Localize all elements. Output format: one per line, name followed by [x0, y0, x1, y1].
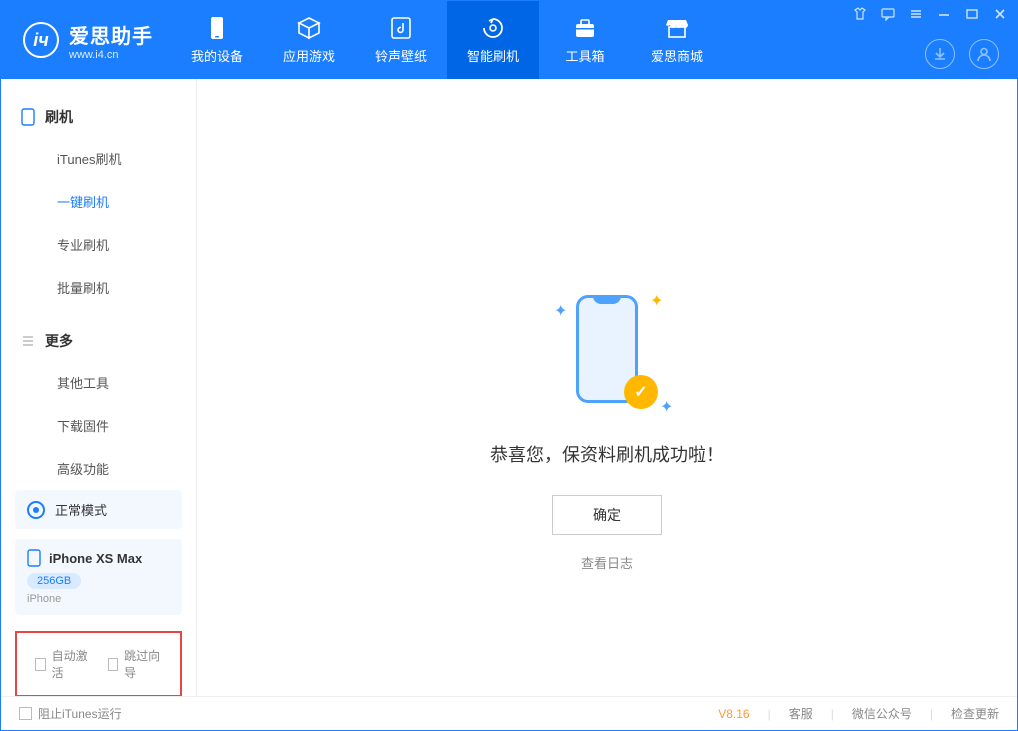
checkbox-label: 自动激活 [52, 647, 90, 681]
body: 刷机 iTunes刷机 一键刷机 专业刷机 批量刷机 更多 其他工具 下载固件 … [1, 79, 1017, 696]
view-log-link[interactable]: 查看日志 [581, 553, 633, 572]
app-name: 爱思助手 [69, 20, 153, 49]
device-name-row: iPhone XS Max [27, 549, 170, 567]
nav-tab-label: 应用游戏 [283, 46, 335, 65]
minimize-icon[interactable] [937, 7, 951, 21]
sidebar-item-one-click-flash[interactable]: 一键刷机 [1, 180, 196, 223]
device-card[interactable]: iPhone XS Max 256GB iPhone [15, 539, 182, 615]
footer-link-wechat[interactable]: 微信公众号 [852, 705, 912, 722]
device-phone-icon [27, 549, 41, 567]
sidebar-section-title: 刷机 [45, 107, 73, 127]
sidebar-item-advanced[interactable]: 高级功能 [1, 447, 196, 490]
menu-icon[interactable] [909, 7, 923, 21]
nav-tab-toolbox[interactable]: 工具箱 [539, 1, 631, 79]
sidebar: 刷机 iTunes刷机 一键刷机 专业刷机 批量刷机 更多 其他工具 下载固件 … [1, 79, 197, 696]
app-window: iч 爱思助手 www.i4.cn 我的设备 应用游戏 铃声壁纸 智能刷机 [0, 0, 1018, 731]
feedback-icon[interactable] [881, 7, 895, 21]
nav-tab-label: 智能刷机 [467, 46, 519, 65]
nav-tab-label: 工具箱 [565, 46, 604, 65]
device-storage-badge: 256GB [27, 573, 81, 589]
logo-area: iч 爱思助手 www.i4.cn [1, 1, 171, 79]
sidebar-section-title: 更多 [45, 331, 73, 351]
nav-tab-store[interactable]: 爱思商城 [631, 1, 723, 79]
nav-tab-label: 铃声壁纸 [375, 46, 427, 65]
skip-guide-checkbox[interactable]: 跳过向导 [108, 647, 163, 681]
list-icon [21, 334, 35, 348]
sidebar-item-download-firmware[interactable]: 下载固件 [1, 404, 196, 447]
device-type: iPhone [27, 593, 170, 605]
mode-card[interactable]: 正常模式 [15, 490, 182, 529]
shirt-icon[interactable] [853, 7, 867, 21]
music-file-icon [389, 16, 413, 40]
app-logo-icon: iч [23, 22, 59, 58]
titlebar: iч 爱思助手 www.i4.cn 我的设备 应用游戏 铃声壁纸 智能刷机 [1, 1, 1017, 79]
toolbox-icon [573, 16, 597, 40]
sidebar-item-itunes-flash[interactable]: iTunes刷机 [1, 137, 196, 180]
sparkle-icon: ✦ [554, 301, 560, 307]
sidebar-section-flash: 刷机 [1, 97, 196, 137]
footer-link-support[interactable]: 客服 [789, 705, 813, 722]
sidebar-section-more: 更多 [1, 321, 196, 361]
nav-tab-label: 爱思商城 [651, 46, 703, 65]
device-name: iPhone XS Max [49, 551, 142, 566]
sidebar-item-other-tools[interactable]: 其他工具 [1, 361, 196, 404]
confirm-button[interactable]: 确定 [552, 495, 662, 535]
store-icon [665, 16, 689, 40]
success-hero: ✦ ✦ ✦ ✓ 恭喜您，保资料刷机成功啦！ 确定 查看日志 [490, 279, 724, 572]
refresh-shield-icon [481, 16, 505, 40]
download-button[interactable] [925, 39, 955, 69]
success-message: 恭喜您，保资料刷机成功啦！ [490, 441, 724, 467]
footer: 阻止iTunes运行 V8.16 | 客服 | 微信公众号 | 检查更新 [1, 696, 1017, 730]
phone-small-icon [21, 108, 35, 126]
sparkle-icon: ✦ [650, 291, 656, 297]
main-content: ✦ ✦ ✦ ✓ 恭喜您，保资料刷机成功啦！ 确定 查看日志 [197, 79, 1017, 696]
close-icon[interactable] [993, 7, 1007, 21]
prevent-itunes-checkbox[interactable]: 阻止iTunes运行 [19, 705, 122, 722]
app-url: www.i4.cn [69, 49, 153, 61]
profile-button[interactable] [969, 39, 999, 69]
nav-tab-ringtone[interactable]: 铃声壁纸 [355, 1, 447, 79]
nav-tabs: 我的设备 应用游戏 铃声壁纸 智能刷机 工具箱 爱思商城 [171, 1, 723, 79]
nav-tab-flash[interactable]: 智能刷机 [447, 1, 539, 79]
footer-link-update[interactable]: 检查更新 [951, 705, 999, 722]
highlighted-checkbox-row: 自动激活 跳过向导 [15, 631, 182, 697]
mode-indicator-icon [27, 501, 45, 519]
titlebar-right-buttons [925, 39, 999, 69]
sparkle-icon: ✦ [660, 397, 666, 403]
app-name-block: 爱思助手 www.i4.cn [69, 20, 153, 61]
sidebar-item-batch-flash[interactable]: 批量刷机 [1, 266, 196, 309]
version-label: V8.16 [718, 707, 749, 721]
sidebar-item-pro-flash[interactable]: 专业刷机 [1, 223, 196, 266]
nav-tab-my-device[interactable]: 我的设备 [171, 1, 263, 79]
cube-icon [297, 16, 321, 40]
mode-label: 正常模式 [55, 500, 107, 519]
phone-icon [205, 16, 229, 40]
footer-links: V8.16 | 客服 | 微信公众号 | 检查更新 [718, 705, 999, 722]
checkbox-label: 跳过向导 [124, 647, 162, 681]
auto-activate-checkbox[interactable]: 自动激活 [35, 647, 90, 681]
nav-tab-label: 我的设备 [191, 46, 243, 65]
window-controls [853, 7, 1007, 21]
checkbox-label: 阻止iTunes运行 [38, 705, 122, 722]
nav-tab-apps[interactable]: 应用游戏 [263, 1, 355, 79]
checkmark-badge-icon: ✓ [624, 375, 658, 409]
maximize-icon[interactable] [965, 7, 979, 21]
phone-success-illustration: ✦ ✦ ✦ ✓ [552, 279, 662, 419]
